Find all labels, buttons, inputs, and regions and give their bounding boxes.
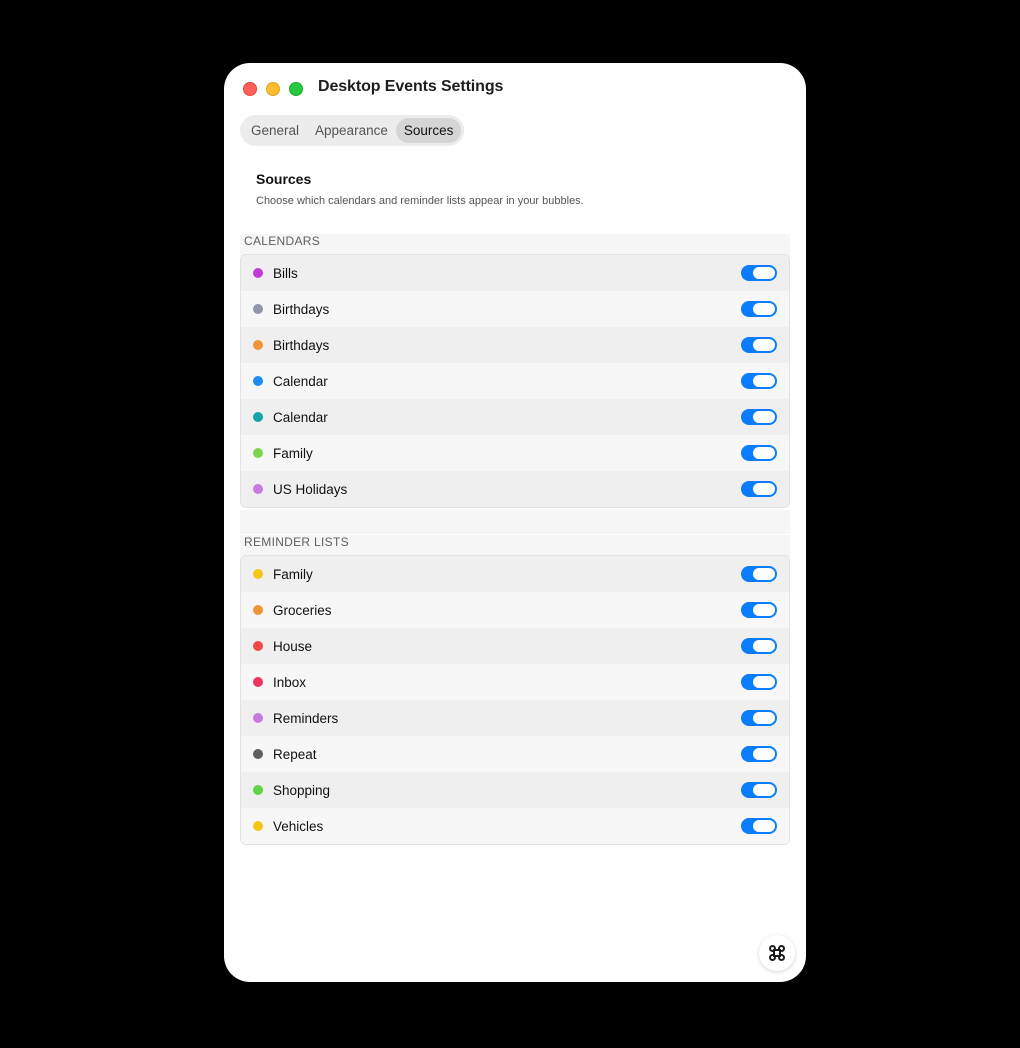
reminder-list-color-dot [253, 677, 263, 687]
reminder-list-color-dot [253, 821, 263, 831]
toggle-knob [753, 339, 775, 351]
settings-window: Desktop Events Settings General Appearan… [224, 63, 806, 982]
section-subtitle: Choose which calendars and reminder list… [256, 195, 584, 207]
reminder-list-color-dot [253, 749, 263, 759]
calendar-row: Birthdays [241, 291, 789, 327]
reminder-list-name: Groceries [273, 602, 332, 618]
reminder-list-toggle[interactable] [741, 746, 777, 762]
toggle-knob [753, 604, 775, 616]
tab-appearance[interactable]: Appearance [307, 118, 396, 143]
calendar-name: US Holidays [273, 481, 348, 497]
calendar-toggle[interactable] [741, 409, 777, 425]
reminder-list-toggle[interactable] [741, 566, 777, 582]
reminder-list-toggle[interactable] [741, 674, 777, 690]
command-icon [769, 945, 785, 961]
calendar-name: Calendar [273, 409, 328, 425]
toggle-knob [753, 375, 775, 387]
calendar-name: Family [273, 445, 313, 461]
toggle-knob [753, 820, 775, 832]
reminder-list-row: Reminders [241, 700, 789, 736]
reminder-list-color-dot [253, 785, 263, 795]
calendar-toggle[interactable] [741, 481, 777, 497]
close-window-button[interactable] [243, 82, 257, 96]
reminder-list-toggle[interactable] [741, 638, 777, 654]
calendars-group-label: CALENDARS [240, 234, 790, 256]
calendars-list: Bills Birthdays Birthdays Calendar Calendar F… [240, 254, 790, 508]
tab-bar: General Appearance Sources [240, 115, 465, 146]
reminder-list-color-dot [253, 569, 263, 579]
toggle-knob [753, 568, 775, 580]
reminder-list-toggle[interactable] [741, 710, 777, 726]
calendar-color-dot [253, 340, 263, 350]
calendar-row: Bills [241, 255, 789, 291]
window-title: Desktop Events Settings [318, 78, 504, 95]
calendar-name: Calendar [273, 373, 328, 389]
calendar-row: Family [241, 435, 789, 471]
reminder-list-name: Family [273, 566, 313, 582]
reminder-list-toggle[interactable] [741, 782, 777, 798]
toggle-knob [753, 303, 775, 315]
calendar-color-dot [253, 268, 263, 278]
toggle-knob [753, 640, 775, 652]
group-separator [240, 510, 790, 534]
tab-general[interactable]: General [243, 118, 307, 143]
zoom-window-button[interactable] [289, 82, 303, 96]
reminder-list-name: Vehicles [273, 818, 324, 834]
reminder-list-row: Shopping [241, 772, 789, 808]
reminder-list-toggle[interactable] [741, 602, 777, 618]
toggle-knob [753, 447, 775, 459]
calendar-color-dot [253, 412, 263, 422]
calendar-row: US Holidays [241, 471, 789, 507]
toggle-knob [753, 748, 775, 760]
calendar-name: Bills [273, 265, 298, 281]
calendar-row: Calendar [241, 363, 789, 399]
calendar-toggle[interactable] [741, 301, 777, 317]
calendar-row: Birthdays [241, 327, 789, 363]
reminder-list-name: House [273, 638, 313, 654]
calendar-toggle[interactable] [741, 373, 777, 389]
reminder-list-row: Family [241, 556, 789, 592]
title-bar: Desktop Events Settings [224, 63, 806, 113]
reminder-list-color-dot [253, 605, 263, 615]
reminder-list-row: Groceries [241, 592, 789, 628]
reminder-list-name: Reminders [273, 710, 339, 726]
calendar-color-dot [253, 448, 263, 458]
minimize-window-button[interactable] [266, 82, 280, 96]
reminder-list-name: Shopping [273, 782, 331, 798]
calendar-toggle[interactable] [741, 445, 777, 461]
toggle-knob [753, 676, 775, 688]
calendar-name: Birthdays [273, 301, 330, 317]
calendar-toggle[interactable] [741, 265, 777, 281]
reminder-list-color-dot [253, 641, 263, 651]
calendar-color-dot [253, 376, 263, 386]
reminder-list-name: Repeat [273, 746, 317, 762]
reminder-lists-group-label: REMINDER LISTS [240, 535, 790, 557]
reminder-list-row: Inbox [241, 664, 789, 700]
calendar-color-dot [253, 484, 263, 494]
section-title: Sources [256, 171, 312, 187]
toggle-knob [753, 411, 775, 423]
calendar-name: Birthdays [273, 337, 330, 353]
toggle-knob [753, 712, 775, 724]
calendar-color-dot [253, 304, 263, 314]
section-header: Sources Choose which calendars and remin… [256, 171, 584, 207]
reminder-list-name: Inbox [273, 674, 307, 690]
command-menu-button[interactable] [759, 935, 795, 971]
toggle-knob [753, 483, 775, 495]
reminder-list-row: Repeat [241, 736, 789, 772]
reminder-list-row: House [241, 628, 789, 664]
reminder-lists-list: Family Groceries House Inbox Reminders Repeat… [240, 555, 790, 845]
calendar-toggle[interactable] [741, 337, 777, 353]
toggle-knob [753, 784, 775, 796]
tab-sources[interactable]: Sources [395, 118, 462, 143]
reminder-list-color-dot [253, 713, 263, 723]
reminder-list-row: Vehicles [241, 808, 789, 844]
toggle-knob [753, 267, 775, 279]
calendar-row: Calendar [241, 399, 789, 435]
reminder-list-toggle[interactable] [741, 818, 777, 834]
